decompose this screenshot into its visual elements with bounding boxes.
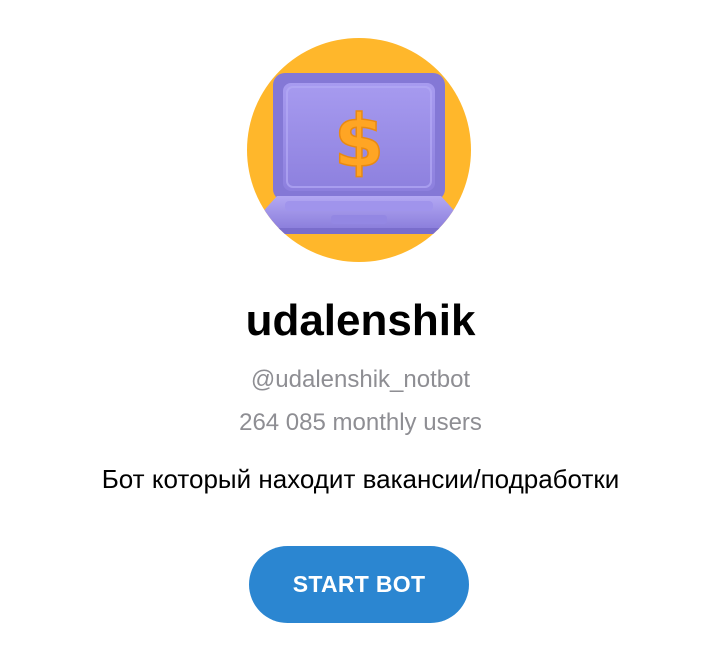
bot-avatar: $: [247, 38, 471, 262]
laptop-keyboard: [285, 201, 433, 211]
laptop-touchpad: [331, 215, 387, 224]
bot-description: Бот который находит вакансии/подработки: [101, 464, 620, 494]
start-bot-button[interactable]: START BOT: [249, 546, 469, 623]
bot-username: @udalenshik_notbot: [250, 366, 471, 393]
laptop-dollar-icon: $: [247, 38, 471, 262]
bot-name: udalenshik: [245, 296, 476, 345]
monthly-users-count: 264 085 monthly users: [239, 409, 482, 436]
dollar-symbol: $: [334, 99, 384, 183]
